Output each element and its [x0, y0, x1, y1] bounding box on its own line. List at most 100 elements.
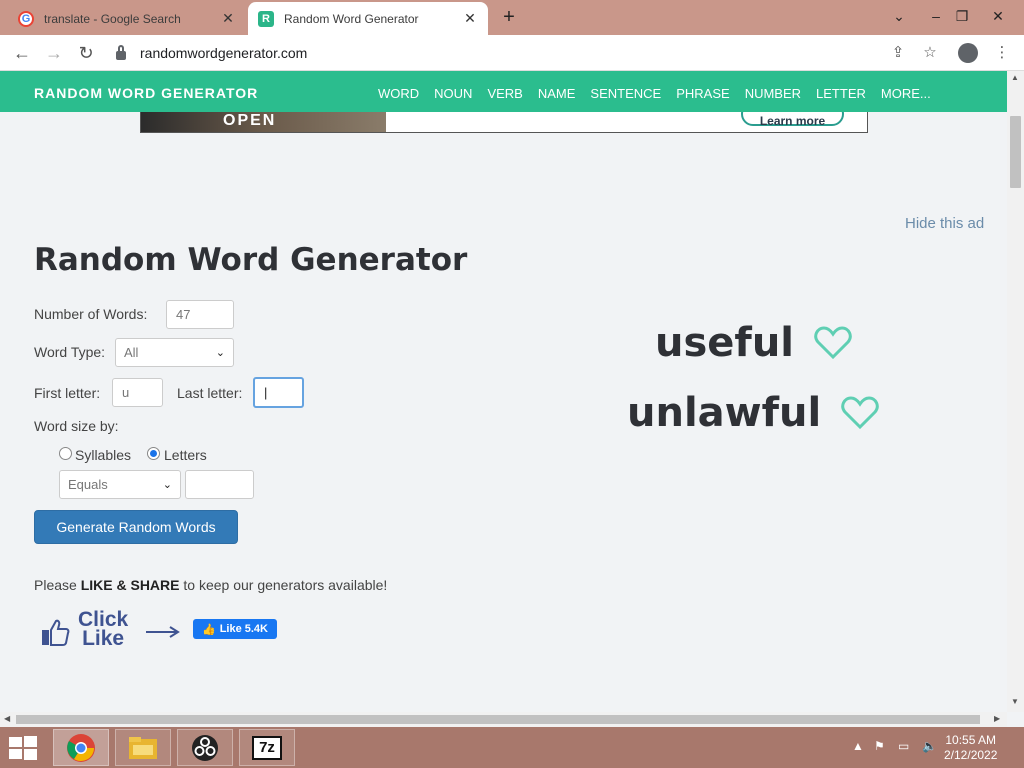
windows-start-icon[interactable] — [8, 735, 38, 761]
restore-button[interactable]: ❐ — [948, 4, 976, 28]
close-tab-icon[interactable]: ✕ — [220, 10, 236, 27]
page-content: OPEN Learn more Hide this ad Random Word… — [0, 112, 1007, 712]
menu-kebab-icon[interactable]: ⋮ — [990, 41, 1014, 65]
action-center-flag-icon[interactable]: ⚑ — [874, 739, 885, 753]
scroll-right-arrow-icon[interactable]: ▶ — [994, 714, 1000, 723]
tab-search-chevron-icon[interactable]: ⌄ — [885, 4, 913, 28]
taskbar-7zip-button[interactable]: 7z — [239, 729, 295, 766]
scroll-up-arrow-icon[interactable]: ▲ — [1011, 73, 1019, 82]
browser-toolbar: ← → ↻ randomwordgenerator.com ⇪ ☆ ⋮ — [0, 35, 1024, 71]
site-nav-links: WORD NOUN VERB NAME SENTENCE PHRASE NUMB… — [378, 86, 931, 101]
num-words-input[interactable]: 47 — [166, 300, 234, 329]
ad-learn-more-button[interactable]: Learn more — [741, 112, 844, 128]
size-comparison-select[interactable]: Equals ⌄ — [59, 470, 181, 499]
close-tab-icon[interactable]: ✕ — [462, 10, 478, 27]
page-title: Random Word Generator — [34, 242, 468, 278]
result-word-row: unlawful — [627, 390, 879, 436]
ad-banner[interactable]: OPEN Learn more — [140, 112, 868, 133]
thumbs-up-icon — [42, 619, 70, 646]
taskbar-chrome-button[interactable] — [53, 729, 109, 766]
forward-arrow-icon[interactable]: → — [42, 41, 66, 65]
syllables-radio[interactable] — [59, 447, 72, 460]
volume-icon[interactable]: 🔈 — [922, 739, 937, 753]
7zip-icon: 7z — [252, 735, 282, 760]
share-prefix: Please — [34, 577, 81, 593]
nav-word[interactable]: WORD — [378, 86, 419, 101]
show-hidden-icons-icon[interactable]: ▲ — [852, 739, 864, 753]
word-size-input[interactable] — [185, 470, 254, 499]
profile-avatar-icon[interactable] — [956, 41, 980, 65]
num-words-label: Number of Words: — [34, 306, 148, 322]
nav-more[interactable]: MORE... — [881, 86, 931, 101]
horizontal-scroll-thumb[interactable] — [16, 715, 980, 724]
system-clock[interactable]: 10:55 AM 2/12/2022 — [944, 733, 997, 763]
back-arrow-icon[interactable]: ← — [10, 41, 34, 65]
minimize-button[interactable]: – — [922, 4, 950, 28]
tab-title: Random Word Generator — [284, 11, 419, 26]
word-size-label: Word size by: — [34, 418, 119, 434]
hide-ad-link[interactable]: Hide this ad — [905, 215, 984, 232]
share-icon[interactable]: ⇪ — [886, 41, 910, 65]
generate-random-words-button[interactable]: Generate Random Words — [34, 510, 238, 544]
scroll-down-arrow-icon[interactable]: ▼ — [1011, 697, 1019, 706]
facebook-thumb-icon: 👍 — [201, 623, 216, 636]
clock-time: 10:55 AM — [945, 733, 997, 747]
bookmark-star-icon[interactable]: ☆ — [918, 41, 942, 65]
nav-sentence[interactable]: SENTENCE — [590, 86, 661, 101]
network-icon[interactable]: ▭ — [898, 739, 909, 753]
tab-title: translate - Google Search — [44, 11, 181, 26]
vertical-scrollbar[interactable]: ▲ ▼ — [1007, 71, 1024, 712]
reload-icon[interactable]: ↻ — [74, 41, 98, 65]
share-suffix: to keep our generators available! — [179, 577, 388, 593]
folder-icon — [129, 736, 157, 759]
like-text: Like — [82, 627, 125, 650]
share-bold: LIKE & SHARE — [80, 577, 180, 593]
heart-favorite-icon[interactable] — [841, 396, 879, 430]
google-favicon-icon: G — [18, 10, 34, 27]
chevron-down-icon: ⌄ — [162, 479, 172, 491]
nav-phrase[interactable]: PHRASE — [676, 86, 729, 101]
letters-label: Letters — [164, 447, 207, 463]
browser-tab-strip: G translate - Google Search ✕ R Random W… — [0, 0, 1024, 35]
size-comparison-value: Equals — [68, 477, 108, 492]
first-letter-input[interactable]: u — [112, 378, 163, 407]
facebook-like-count: Like 5.4K — [219, 623, 268, 635]
result-word-row: useful — [655, 320, 852, 366]
result-word: unlawful — [627, 390, 822, 436]
site-brand-link[interactable]: RANDOM WORD GENERATOR — [34, 85, 258, 101]
taskbar-obs-button[interactable] — [177, 729, 233, 766]
horizontal-scrollbar[interactable]: ◀ ▶ — [0, 712, 1007, 727]
word-type-label: Word Type: — [34, 344, 106, 360]
address-bar[interactable]: randomwordgenerator.com — [108, 39, 948, 67]
heart-favorite-icon[interactable] — [814, 326, 852, 360]
windows-taskbar: 7z ▲ ⚑ ▭ 🔈 10:55 AM 2/12/2022 — [0, 727, 1024, 768]
right-arrow-icon — [146, 626, 180, 638]
taskbar-file-explorer-button[interactable] — [115, 729, 171, 766]
clock-date: 2/12/2022 — [944, 748, 998, 762]
letters-radio[interactable] — [147, 447, 160, 460]
nav-noun[interactable]: NOUN — [434, 86, 472, 101]
nav-verb[interactable]: VERB — [487, 86, 522, 101]
tab-google-search[interactable]: G translate - Google Search ✕ — [8, 2, 246, 35]
last-letter-input[interactable]: | — [253, 377, 304, 408]
close-window-button[interactable]: ✕ — [984, 4, 1012, 28]
first-letter-label: First letter: — [34, 385, 101, 401]
chevron-down-icon: ⌄ — [215, 347, 225, 359]
obs-icon — [192, 734, 218, 761]
nav-number[interactable]: NUMBER — [745, 86, 801, 101]
tab-random-word-generator[interactable]: R Random Word Generator ✕ — [248, 2, 488, 35]
scroll-left-arrow-icon[interactable]: ◀ — [4, 714, 10, 723]
lock-icon — [116, 44, 126, 60]
chrome-icon — [67, 733, 95, 762]
word-type-select[interactable]: All ⌄ — [115, 338, 234, 367]
facebook-like-button[interactable]: 👍 Like 5.4K — [193, 619, 277, 639]
vertical-scroll-thumb[interactable] — [1010, 116, 1021, 188]
text-caret: | — [264, 385, 268, 400]
site-navbar: RANDOM WORD GENERATOR WORD NOUN VERB NAM… — [0, 71, 1007, 112]
nav-name[interactable]: NAME — [538, 86, 576, 101]
syllables-label: Syllables — [75, 447, 132, 463]
nav-letter[interactable]: LETTER — [816, 86, 866, 101]
word-type-value: All — [124, 345, 139, 360]
new-tab-button[interactable]: + — [498, 6, 520, 28]
url-text: randomwordgenerator.com — [140, 45, 308, 61]
